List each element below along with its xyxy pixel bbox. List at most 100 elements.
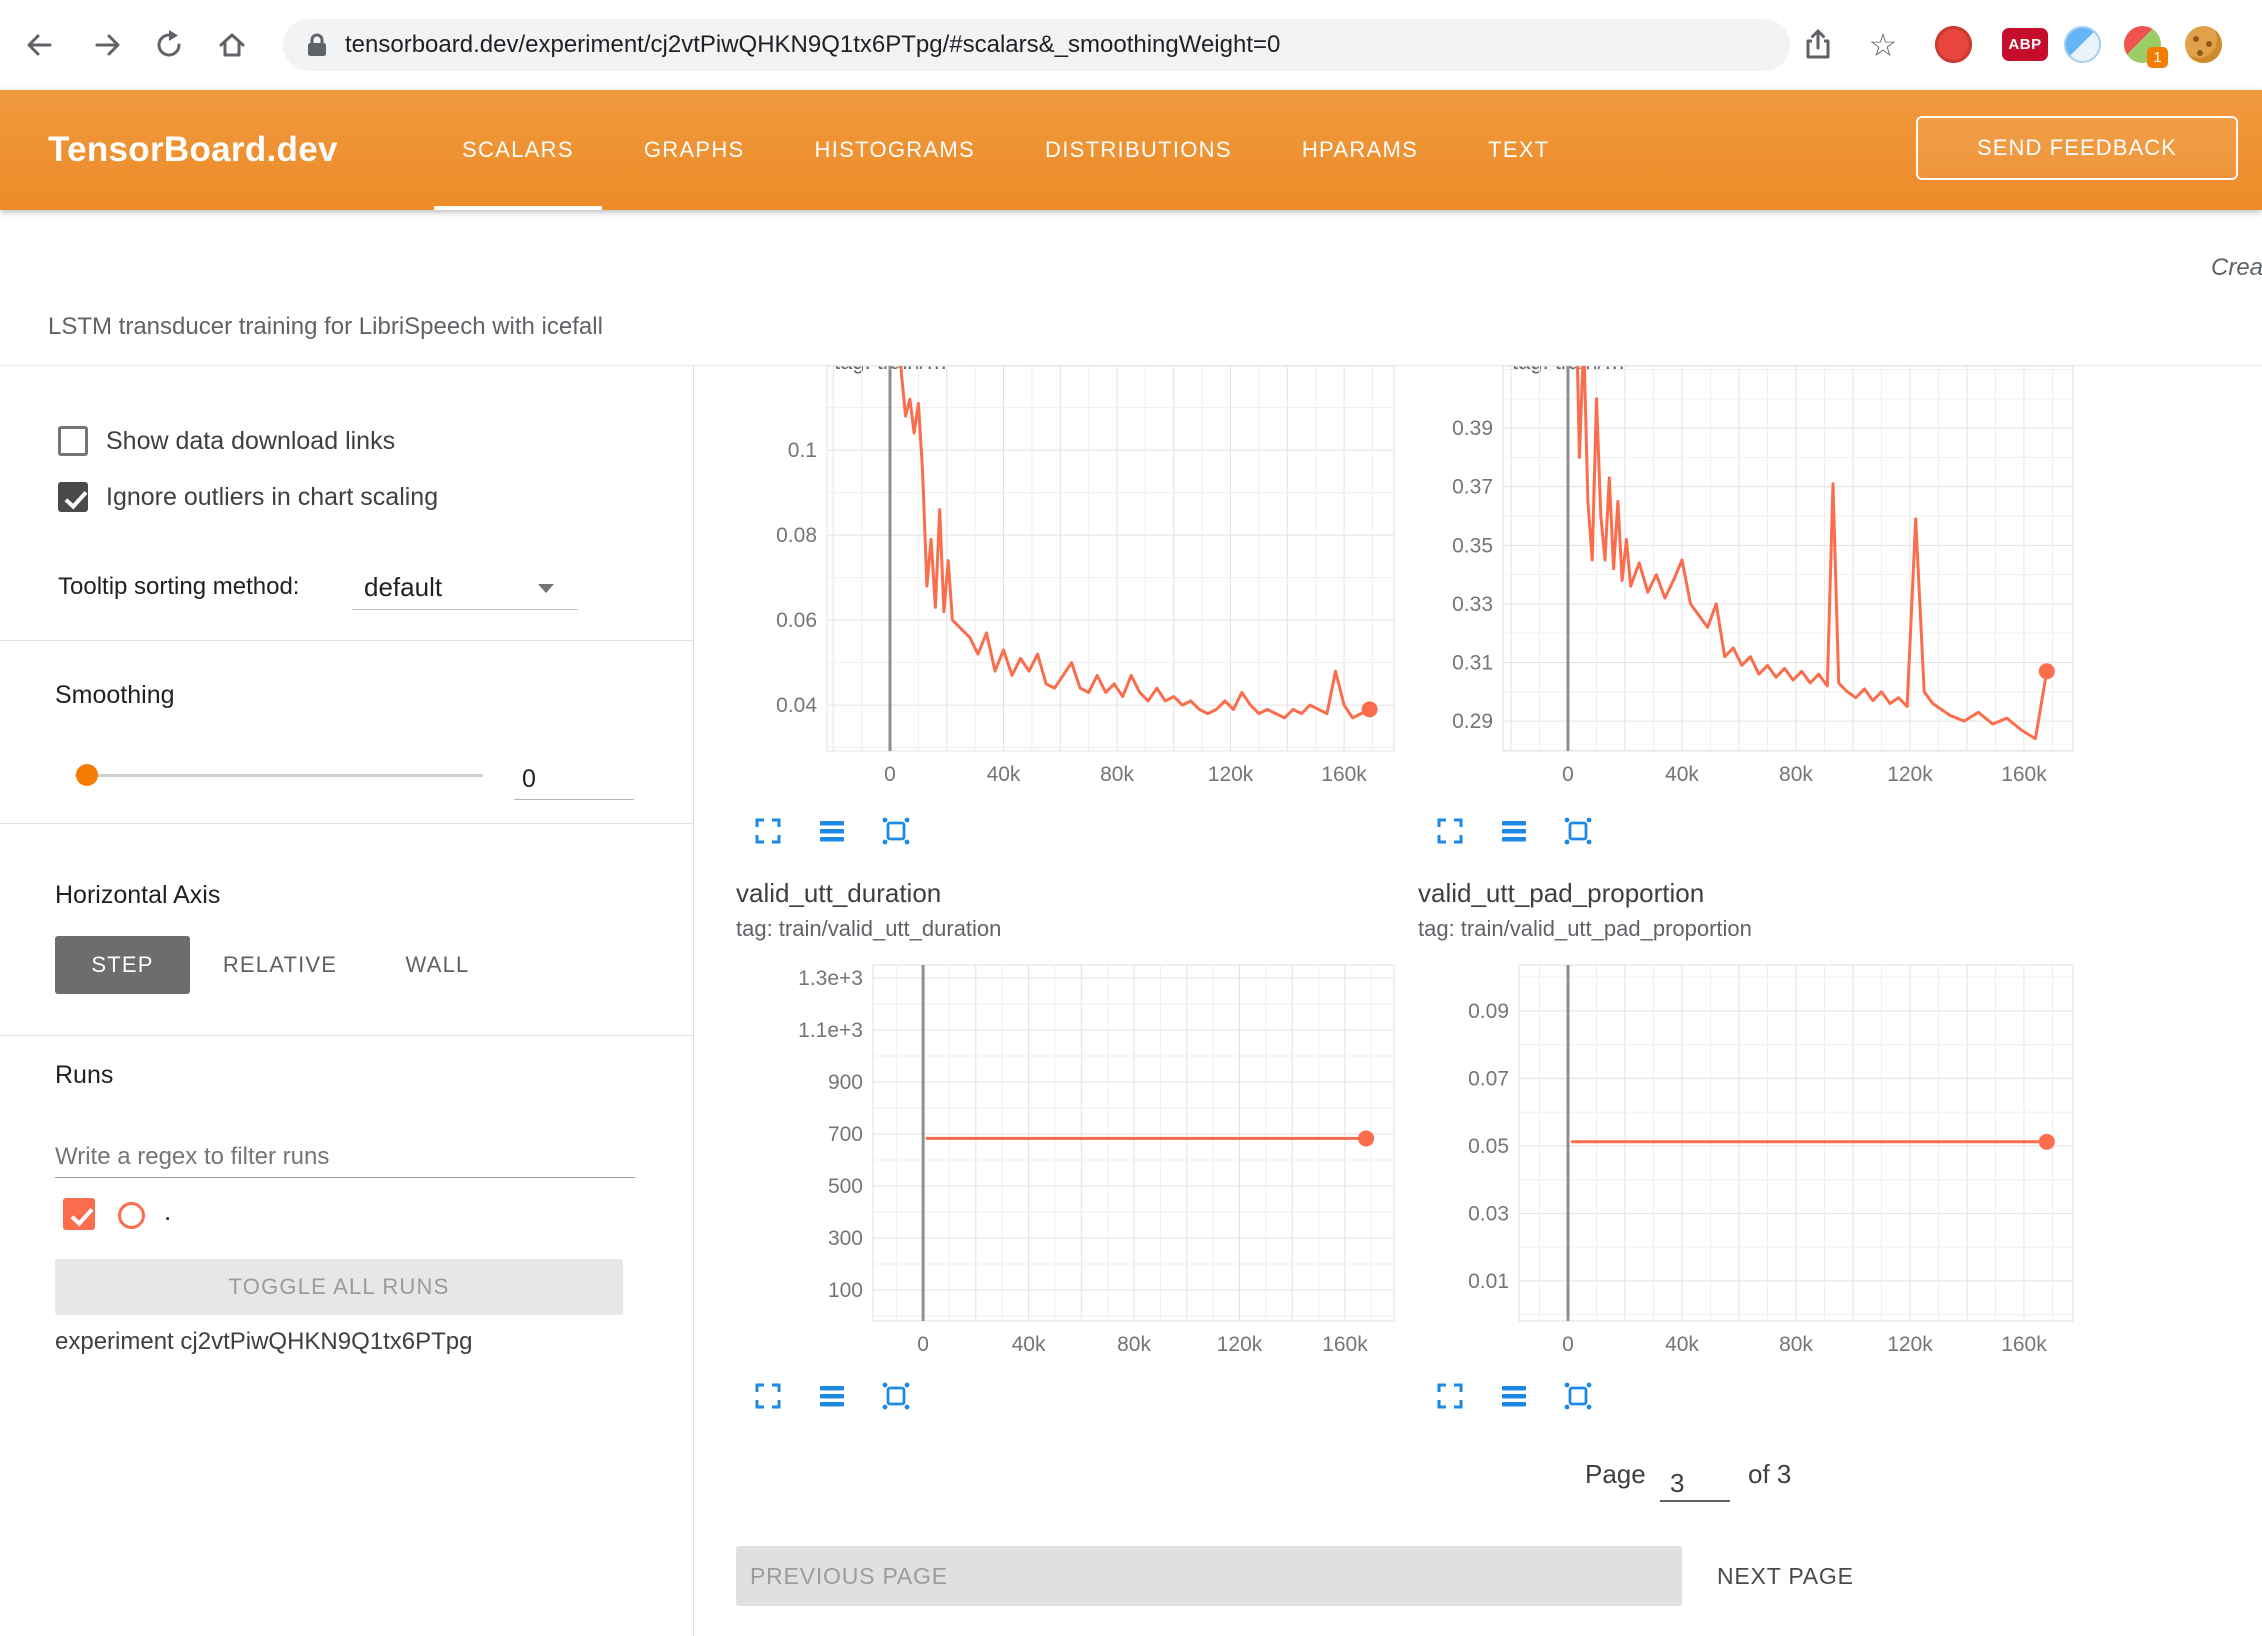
svg-text:0.39: 0.39 — [1452, 417, 1493, 440]
smoothing-slider-track[interactable] — [75, 774, 483, 777]
page-number-input[interactable]: 3 — [1660, 1456, 1730, 1502]
expand-chart-icon[interactable] — [1433, 1379, 1467, 1413]
svg-text:40k: 40k — [987, 763, 1021, 786]
send-feedback-button[interactable]: SEND FEEDBACK — [1916, 116, 2238, 180]
fit-domain-icon[interactable] — [1561, 814, 1595, 848]
run-checkbox[interactable] — [63, 1198, 95, 1230]
divider — [0, 823, 694, 824]
expand-chart-icon[interactable] — [751, 1379, 785, 1413]
next-page-button[interactable]: NEXT PAGE — [1700, 1546, 1871, 1606]
runs-filter-input[interactable] — [55, 1136, 635, 1178]
svg-text:120k: 120k — [1887, 763, 1933, 786]
svg-text:0.01: 0.01 — [1468, 1270, 1509, 1293]
chart-toolbar — [1433, 1379, 1595, 1413]
tooltip-sorting-label: Tooltip sorting method: — [58, 573, 299, 601]
data-table-icon[interactable] — [815, 814, 849, 848]
chart-tag: tag: train/valid_utt_pad_proportion — [1418, 916, 1752, 942]
fit-domain-icon[interactable] — [879, 1379, 913, 1413]
page-body: Show data download links Ignore outliers… — [0, 366, 2262, 1636]
settings-sidebar: Show data download links Ignore outliers… — [0, 366, 694, 1636]
svg-text:160k: 160k — [1321, 763, 1367, 786]
data-table-icon[interactable] — [1497, 814, 1531, 848]
tooltip-sorting-value: default — [364, 572, 442, 603]
svg-text:0.31: 0.31 — [1452, 652, 1493, 675]
svg-text:120k: 120k — [1887, 1333, 1933, 1356]
svg-text:0.37: 0.37 — [1452, 476, 1493, 499]
data-table-icon[interactable] — [815, 1379, 849, 1413]
show-download-links-label: Show data download links — [106, 427, 395, 456]
chart-title: valid_utt_pad_proportion — [1418, 878, 1704, 909]
extension-ball-icon[interactable] — [2064, 26, 2101, 63]
cookie-extension-icon[interactable] — [2185, 26, 2222, 63]
chart-bottom-left-plot[interactable]: 1003005007009001.1e+31.3e+3040k80k120k16… — [736, 955, 1416, 1365]
svg-text:0.29: 0.29 — [1452, 710, 1493, 733]
avatar-icon: 1 — [2124, 26, 2161, 63]
axis-wall-button[interactable]: WALL — [385, 936, 490, 994]
experiment-subheader: Crea LSTM transducer training for LibriS… — [0, 210, 2262, 366]
ignore-outliers-checkbox[interactable] — [58, 482, 88, 512]
tab-hparams[interactable]: HPARAMS — [1270, 90, 1450, 210]
expand-chart-icon[interactable] — [751, 814, 785, 848]
svg-text:0.35: 0.35 — [1452, 534, 1493, 557]
divider — [0, 1035, 694, 1036]
svg-text:40k: 40k — [1665, 763, 1699, 786]
url-bar[interactable]: tensorboard.dev/experiment/cj2vtPiwQHKN9… — [283, 19, 1790, 71]
forward-button[interactable] — [80, 17, 136, 73]
ignore-outliers-label: Ignore outliers in chart scaling — [106, 483, 438, 512]
svg-text:0.09: 0.09 — [1468, 1000, 1509, 1023]
tab-graphs[interactable]: GRAPHS — [612, 90, 777, 210]
tab-histograms[interactable]: HISTOGRAMS — [783, 90, 1008, 210]
url-text: tensorboard.dev/experiment/cj2vtPiwQHKN9… — [345, 31, 1280, 59]
axis-relative-button[interactable]: RELATIVE — [205, 936, 355, 994]
forward-icon — [91, 28, 125, 62]
previous-page-button[interactable]: PREVIOUS PAGE — [736, 1546, 1682, 1606]
chart-bottom-right-plot[interactable]: 0.010.030.050.070.09040k80k120k160k — [1418, 955, 2098, 1365]
svg-text:0: 0 — [1562, 763, 1574, 786]
show-download-links-checkbox[interactable] — [58, 426, 88, 456]
profile-avatar[interactable]: 1 — [2124, 26, 2161, 63]
tab-scalars[interactable]: SCALARS — [430, 90, 606, 210]
svg-text:80k: 80k — [1779, 1333, 1813, 1356]
chart-top-right-plot[interactable]: 0.290.310.330.350.370.39040k80k120k160k — [1418, 366, 2098, 796]
smoothing-slider-thumb[interactable] — [76, 764, 98, 786]
smoothing-value-input[interactable]: 0 — [514, 758, 634, 800]
bookmark-star-button[interactable]: ☆ — [1855, 17, 1911, 73]
data-table-icon[interactable] — [1497, 1379, 1531, 1413]
svg-text:0.06: 0.06 — [776, 609, 817, 632]
axis-step-button[interactable]: STEP — [55, 936, 190, 994]
run-color-swatch[interactable] — [118, 1202, 145, 1229]
expand-chart-icon[interactable] — [1433, 814, 1467, 848]
chart-top-left-plot[interactable]: 0.040.060.080.1040k80k120k160k — [736, 366, 1416, 796]
svg-text:160k: 160k — [2001, 1333, 2047, 1356]
smoothing-label: Smoothing — [55, 681, 175, 710]
svg-text:500: 500 — [828, 1175, 863, 1198]
share-button[interactable] — [1790, 17, 1846, 73]
abp-extension-icon[interactable]: ABP — [2002, 28, 2048, 61]
tab-text[interactable]: TEXT — [1456, 90, 1581, 210]
tooltip-sorting-dropdown[interactable]: default — [352, 566, 578, 610]
lock-icon — [305, 31, 329, 59]
tab-distributions[interactable]: DISTRIBUTIONS — [1013, 90, 1264, 210]
blue-circle-icon — [2064, 26, 2101, 63]
svg-text:40k: 40k — [1665, 1333, 1699, 1356]
svg-text:160k: 160k — [2001, 763, 2047, 786]
svg-text:1.3e+3: 1.3e+3 — [798, 967, 863, 990]
back-button[interactable] — [11, 17, 67, 73]
chart-toolbar — [751, 1379, 913, 1413]
svg-text:80k: 80k — [1779, 763, 1813, 786]
toggle-all-runs-button[interactable]: TOGGLE ALL RUNS — [55, 1259, 623, 1315]
share-icon — [1802, 28, 1834, 62]
fit-domain-icon[interactable] — [879, 814, 913, 848]
fit-domain-icon[interactable] — [1561, 1379, 1595, 1413]
home-icon — [215, 28, 249, 62]
avatar-badge: 1 — [2147, 47, 2168, 68]
bookmark-star-icon: ☆ — [1869, 29, 1898, 61]
tensorboard-header: TensorBoard.dev SCALARS GRAPHS HISTOGRAM… — [0, 90, 2262, 210]
adblock-extension-icon[interactable] — [1935, 26, 1972, 63]
chart-tag: tag: train/valid_utt_duration — [736, 916, 1001, 942]
cookie-icon — [2185, 26, 2222, 63]
svg-text:120k: 120k — [1217, 1333, 1263, 1356]
refresh-button[interactable] — [141, 17, 197, 73]
svg-text:0.03: 0.03 — [1468, 1202, 1509, 1225]
home-button[interactable] — [204, 17, 260, 73]
